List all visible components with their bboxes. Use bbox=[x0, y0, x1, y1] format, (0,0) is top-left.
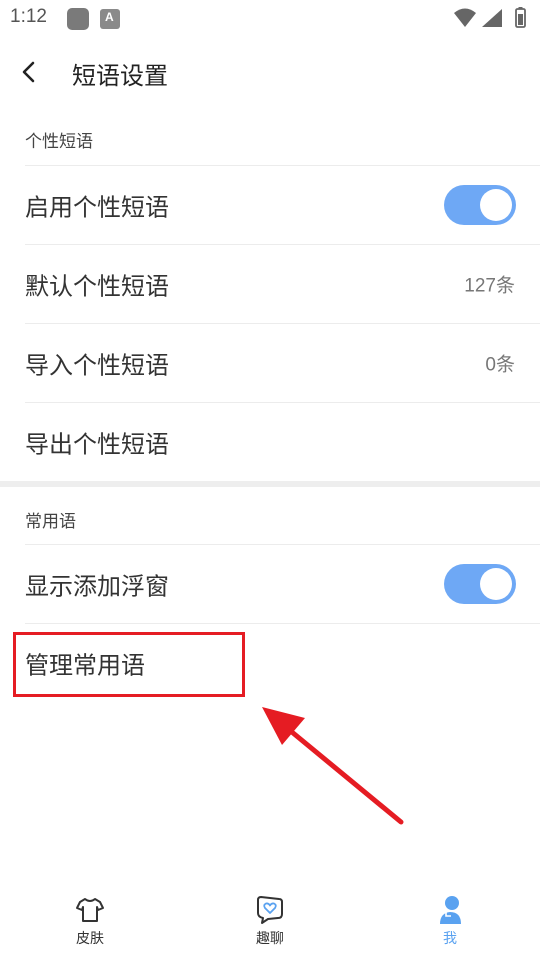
default-personal-phrases-row[interactable]: 默认个性短语 127条 bbox=[0, 245, 540, 323]
show-floating-window-toggle[interactable] bbox=[444, 564, 516, 604]
back-arrow-icon[interactable] bbox=[14, 57, 44, 87]
section-title-personal: 个性短语 bbox=[25, 132, 93, 152]
row-label: 默认个性短语 bbox=[25, 272, 169, 301]
tab-label: 我 bbox=[443, 931, 457, 947]
app-header: 短语设置 bbox=[0, 38, 540, 108]
person-icon bbox=[440, 896, 461, 924]
annotation-highlight-box bbox=[13, 632, 245, 697]
toggle-knob bbox=[480, 568, 512, 600]
tab-skin[interactable]: 皮肤 bbox=[30, 894, 150, 954]
export-personal-phrases-row[interactable]: 导出个性短语 bbox=[0, 403, 540, 481]
section-title-common: 常用语 bbox=[25, 512, 76, 532]
bottom-tab-bar: 皮肤 趣聊 我 bbox=[0, 880, 540, 960]
import-personal-phrases-row[interactable]: 导入个性短语 0条 bbox=[0, 324, 540, 402]
status-time: 1:12 bbox=[10, 6, 47, 27]
toggle-knob bbox=[480, 189, 512, 221]
row-label: 显示添加浮窗 bbox=[25, 572, 169, 601]
import-phrases-count: 0条 bbox=[485, 354, 515, 376]
show-add-floating-window-row[interactable]: 显示添加浮窗 bbox=[0, 545, 540, 623]
status-bar: 1:12 bbox=[0, 0, 540, 38]
enable-personal-phrases-row[interactable]: 启用个性短语 bbox=[0, 166, 540, 244]
default-phrases-count: 127条 bbox=[464, 275, 515, 297]
row-label: 导出个性短语 bbox=[25, 430, 169, 459]
tab-label: 皮肤 bbox=[76, 931, 104, 947]
battery-icon bbox=[515, 7, 526, 28]
app-notification-icon bbox=[67, 8, 89, 30]
status-icons bbox=[454, 7, 526, 28]
tab-chat[interactable]: 趣聊 bbox=[210, 894, 330, 954]
enable-personal-phrases-toggle[interactable] bbox=[444, 185, 516, 225]
tab-label: 趣聊 bbox=[256, 931, 284, 947]
page-title: 短语设置 bbox=[72, 62, 168, 90]
shirt-icon bbox=[76, 898, 104, 922]
tab-me[interactable]: 我 bbox=[390, 894, 510, 954]
wifi-icon bbox=[454, 8, 476, 27]
section-separator bbox=[0, 481, 540, 487]
row-label: 启用个性短语 bbox=[25, 193, 169, 222]
signal-icon bbox=[482, 9, 502, 27]
keyboard-notification-icon bbox=[100, 9, 120, 29]
chat-heart-icon bbox=[257, 896, 283, 924]
row-label: 导入个性短语 bbox=[25, 351, 169, 380]
